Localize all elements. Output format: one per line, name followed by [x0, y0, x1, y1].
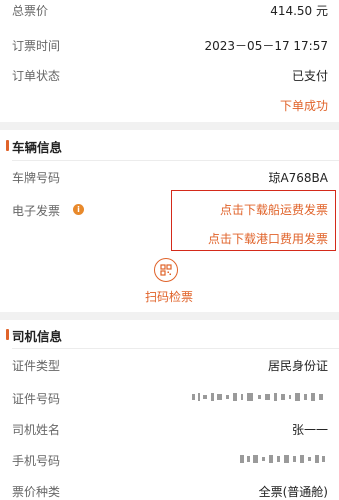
driver-section-title: 司机信息 [5, 326, 62, 345]
section-divider [0, 312, 339, 320]
id-type-value: 居民身份证 [267, 359, 328, 373]
ticket-type-value: 全票(普通舱) [258, 485, 328, 499]
order-result-text: 下单成功 [279, 99, 328, 113]
port-invoice-link[interactable]: 点击下载港口费用发票 [208, 230, 328, 247]
e-invoice-label: 电子发票 [12, 204, 61, 218]
order-status-label: 订单状态 [12, 69, 61, 83]
vehicle-section-title: 车辆信息 [5, 137, 62, 156]
plate-value: 琼A768BA [268, 171, 328, 185]
ship-invoice-link[interactable]: 点击下载船运费发票 [220, 201, 328, 218]
id-number-value-masked [0, 391, 339, 405]
phone-value-masked [0, 453, 339, 467]
info-icon[interactable]: i [73, 204, 84, 215]
order-status-value: 已支付 [291, 69, 328, 83]
plate-label: 车牌号码 [12, 171, 61, 185]
scan-ticket-label: 扫码检票 [144, 290, 193, 304]
qr-code-icon [154, 258, 178, 282]
order-time-value: 2023－05－17 17:57 [204, 39, 328, 53]
section-divider [0, 122, 339, 130]
total-price-value: 414.50 元 [270, 4, 328, 18]
divider-line [12, 348, 339, 349]
total-price-label: 总票价 [12, 4, 49, 18]
id-type-label: 证件类型 [12, 359, 61, 373]
divider-line [12, 160, 339, 161]
driver-name-label: 司机姓名 [12, 423, 61, 437]
driver-name-value: 张一一 [291, 423, 328, 437]
ticket-type-label: 票价种类 [12, 485, 61, 499]
invoice-links-box: 点击下载船运费发票 点击下载港口费用发票 [171, 190, 336, 251]
scan-ticket-button[interactable]: 扫码检票 [139, 258, 199, 304]
order-time-label: 订票时间 [12, 39, 61, 53]
